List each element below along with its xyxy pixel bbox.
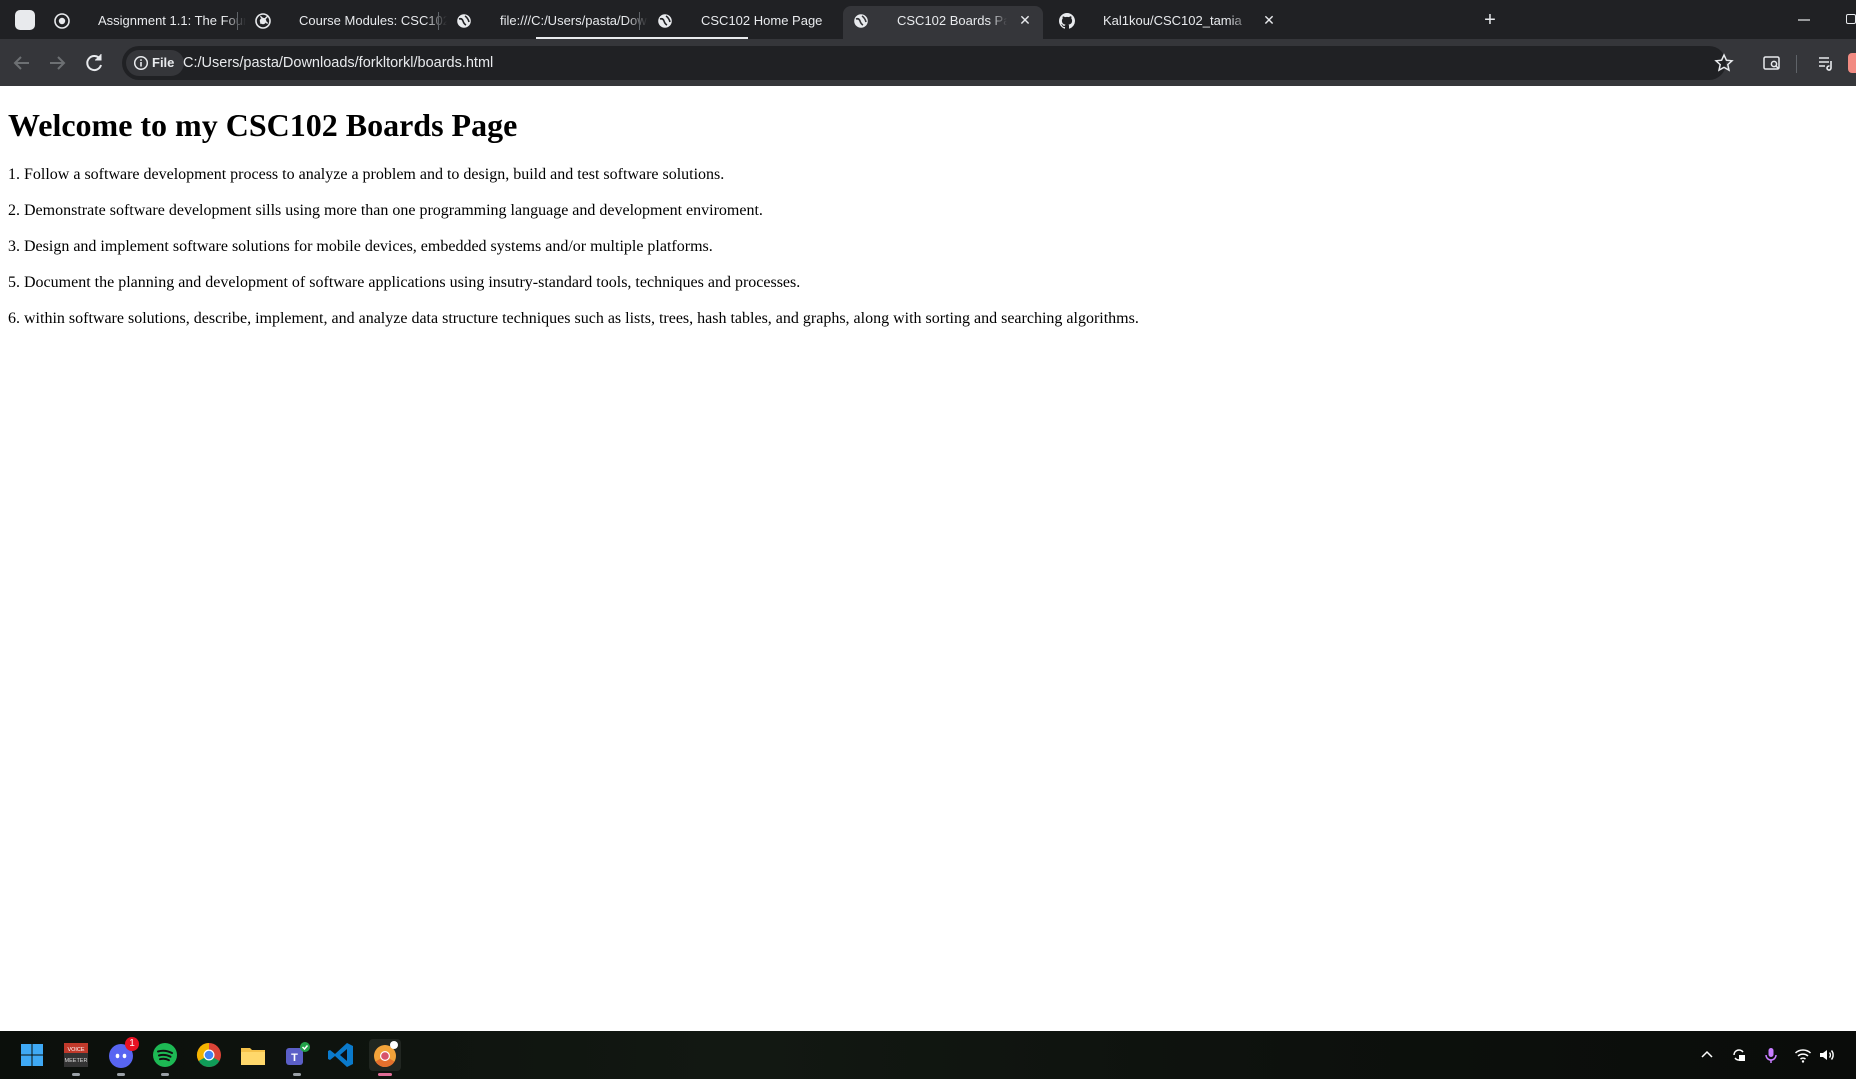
globe-icon bbox=[457, 14, 471, 28]
outcome-item: 1. Follow a software development process… bbox=[8, 166, 725, 183]
minimize-icon[interactable] bbox=[1796, 8, 1812, 32]
volume-icon[interactable] bbox=[1818, 1046, 1836, 1064]
tab-title: file:///C:/Users/pasta/Downloads bbox=[500, 13, 648, 28]
wifi-icon[interactable] bbox=[1794, 1046, 1812, 1064]
tab-github-repo[interactable]: Kal1kou/CSC102_tamia ✕ bbox=[1049, 6, 1287, 39]
canvas-icon bbox=[54, 13, 70, 29]
tab-title: CSC102 Boards Page bbox=[897, 13, 1007, 28]
info-icon bbox=[133, 55, 149, 71]
tab-separator bbox=[639, 12, 640, 30]
page-content: Welcome to my CSC102 Boards Page 1. Foll… bbox=[0, 86, 1856, 1031]
notification-badge: 1 bbox=[125, 1037, 139, 1051]
tab-separator bbox=[237, 12, 238, 30]
outcome-item: 3. Design and implement software solutio… bbox=[8, 238, 713, 255]
tab-boards-page[interactable]: CSC102 Boards Page ✕ bbox=[843, 6, 1043, 39]
forward-arrow-icon[interactable] bbox=[45, 51, 69, 75]
tab-search-icon[interactable] bbox=[1762, 53, 1782, 73]
svg-text:T: T bbox=[291, 1052, 298, 1064]
tab-search-button[interactable] bbox=[15, 10, 35, 30]
sync-icon[interactable] bbox=[1730, 1046, 1748, 1064]
file-explorer-icon[interactable] bbox=[237, 1039, 269, 1071]
windows-start-icon[interactable] bbox=[16, 1039, 48, 1071]
page-title: Welcome to my CSC102 Boards Page bbox=[8, 107, 518, 143]
tab-separator bbox=[438, 12, 439, 30]
spotify-icon[interactable] bbox=[149, 1039, 181, 1076]
tab-title: Assignment 1.1: The Foundation bbox=[98, 13, 246, 28]
tab-title: Course Modules: CSC102 - Intro bbox=[299, 13, 447, 28]
canvas-icon bbox=[255, 13, 271, 29]
chevron-up-icon[interactable] bbox=[1698, 1046, 1716, 1064]
toolbar-divider bbox=[1796, 55, 1797, 73]
tab-strip: Assignment 1.1: The Foundation ✕ Course … bbox=[0, 0, 1856, 39]
globe-icon bbox=[658, 14, 672, 28]
outcome-item: 5. Document the planning and development… bbox=[8, 274, 801, 291]
bookmark-star-icon[interactable] bbox=[1714, 53, 1734, 73]
url-text[interactable]: C:/Users/pasta/Downloads/forkltorkl/boar… bbox=[183, 46, 493, 80]
reload-icon[interactable] bbox=[82, 51, 106, 75]
tab-title: CSC102 Home Page bbox=[701, 13, 823, 28]
outcome-item: 6. within software solutions, describe, … bbox=[8, 310, 1139, 327]
github-icon bbox=[1059, 13, 1075, 29]
globe-icon bbox=[854, 14, 868, 28]
vscode-icon[interactable] bbox=[325, 1039, 357, 1071]
close-icon[interactable]: ✕ bbox=[1017, 6, 1033, 35]
media-queue-icon[interactable] bbox=[1816, 53, 1836, 73]
site-chip-label: File bbox=[152, 55, 175, 70]
discord-icon[interactable]: 1 bbox=[105, 1037, 139, 1076]
teams-icon[interactable]: T bbox=[281, 1039, 313, 1076]
new-tab-button[interactable]: + bbox=[1478, 8, 1502, 32]
site-info-chip[interactable]: File bbox=[126, 50, 185, 76]
svg-text:VOICE: VOICE bbox=[67, 1047, 84, 1053]
taskbar: VOICE MEETER 1 T bbox=[0, 1031, 1856, 1079]
back-arrow-icon[interactable] bbox=[10, 51, 34, 75]
extension-icon[interactable] bbox=[1848, 53, 1856, 73]
svg-text:MEETER: MEETER bbox=[65, 1058, 88, 1064]
browser-toolbar: File C:/Users/pasta/Downloads/forkltorkl… bbox=[0, 39, 1856, 86]
tab-title: Kal1kou/CSC102_tamia bbox=[1103, 13, 1242, 28]
outcome-item: 2. Demonstrate software development sill… bbox=[8, 202, 763, 219]
chrome-icon[interactable] bbox=[193, 1039, 225, 1071]
close-icon[interactable]: ✕ bbox=[1261, 6, 1277, 35]
voicemeeter-icon[interactable]: VOICE MEETER bbox=[60, 1039, 92, 1076]
address-bar[interactable]: File C:/Users/pasta/Downloads/forkltorkl… bbox=[122, 46, 1734, 80]
microphone-icon[interactable] bbox=[1762, 1046, 1780, 1064]
maximize-icon[interactable] bbox=[1846, 14, 1856, 24]
chrome-canary-icon[interactable] bbox=[369, 1039, 401, 1076]
